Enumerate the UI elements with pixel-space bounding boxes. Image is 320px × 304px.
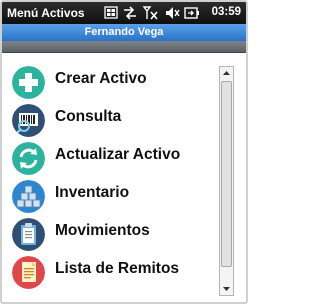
plus-icon (12, 66, 45, 99)
clock: 03:59 (211, 6, 241, 18)
user-name-bar: Fernando Vega (2, 24, 246, 41)
boxes-icon (12, 180, 45, 213)
header-divider-bar (2, 41, 246, 53)
menu-item-label: Movimientos (55, 222, 150, 239)
vertical-scrollbar[interactable] (219, 66, 234, 296)
sync-icon[interactable] (122, 5, 138, 21)
menu-item-label: Inventario (55, 184, 130, 201)
menu-item-crear-activo[interactable]: Crear Activo (12, 64, 212, 100)
status-bar: Menú Activos 03:59 (2, 2, 246, 24)
menu-item-label: Consulta (55, 108, 122, 125)
menu-item-inventario[interactable]: Inventario (12, 178, 212, 214)
scroll-down-arrow-icon[interactable] (220, 282, 233, 295)
menu-item-lista-de-remitos[interactable]: Lista de Remitos (12, 254, 212, 290)
barcode-search-icon (12, 104, 45, 137)
battery-icon[interactable] (184, 5, 200, 21)
menu-item-movimientos[interactable]: Movimientos (12, 216, 212, 252)
menu-item-label: Crear Activo (55, 70, 147, 87)
menu-item-consulta[interactable]: Consulta (12, 102, 212, 138)
device-frame: Menú Activos 03:59 Fernando Vega Crear A… (0, 0, 248, 304)
menu-item-label: Actualizar Activo (55, 146, 181, 163)
app-title: Menú Activos (7, 6, 85, 20)
menu-item-label: Lista de Remitos (55, 260, 180, 277)
volume-icon[interactable] (164, 5, 180, 21)
scroll-up-arrow-icon[interactable] (220, 67, 233, 80)
document-list-icon (12, 256, 45, 289)
no-signal-icon[interactable] (142, 5, 160, 21)
scrollbar-thumb[interactable] (221, 81, 232, 267)
user-name: Fernando Vega (84, 26, 164, 38)
menu-item-actualizar-activo[interactable]: Actualizar Activo (12, 140, 212, 176)
windows-flag-icon[interactable] (104, 5, 118, 21)
clipboard-icon (12, 218, 45, 251)
refresh-icon (12, 142, 45, 175)
